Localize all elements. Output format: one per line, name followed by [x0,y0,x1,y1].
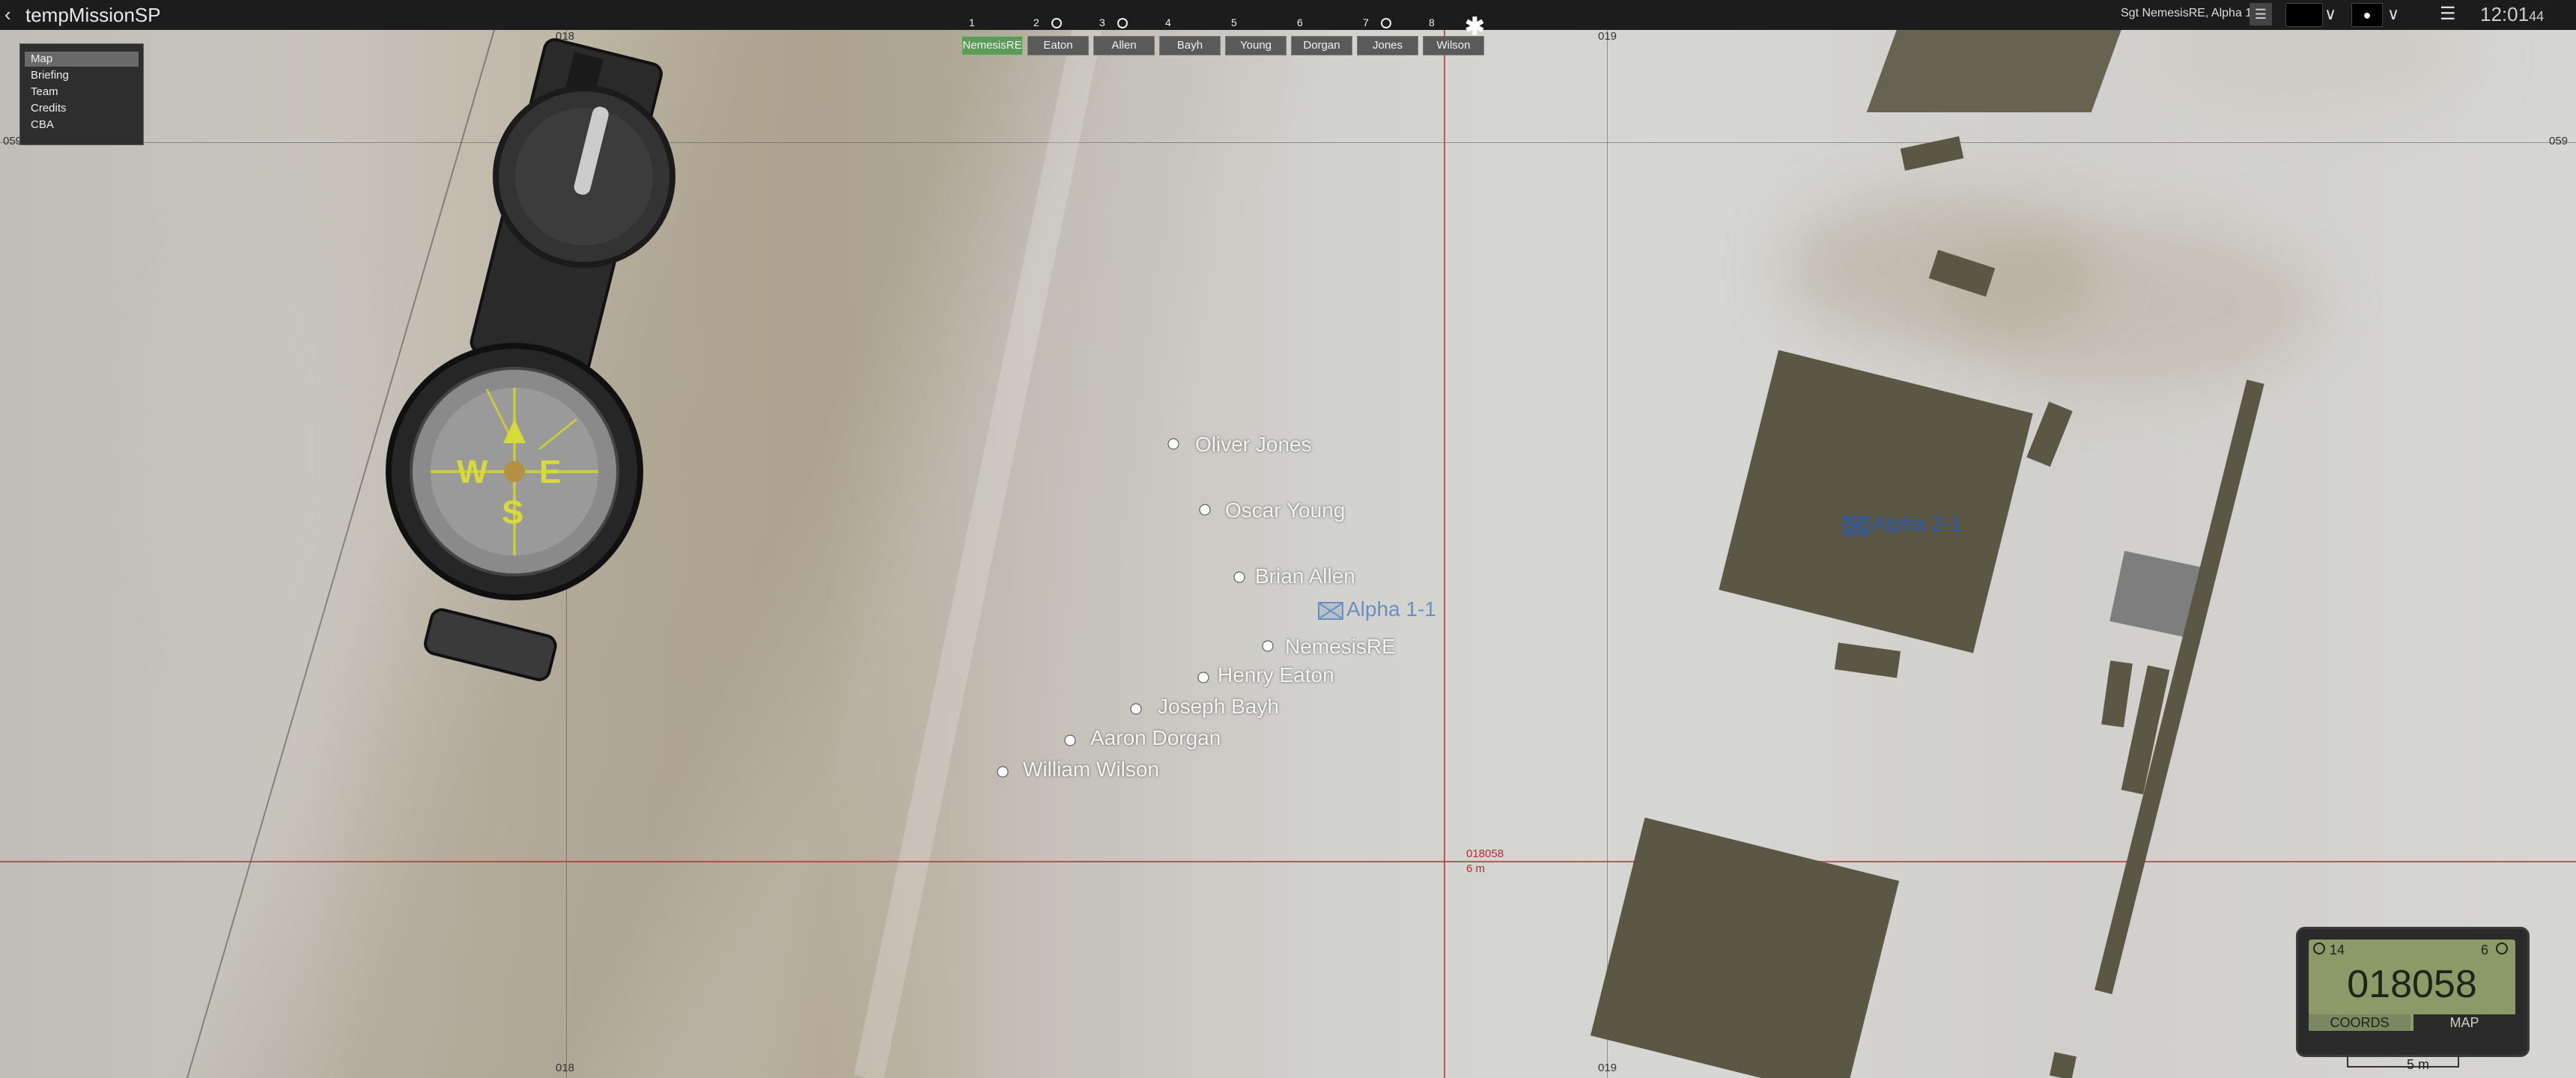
slot-number: 3 [1099,16,1105,28]
squad-slot-allen[interactable]: Allen [1093,36,1155,55]
gps-readout: 018058 [2347,963,2477,1006]
asterisk-icon[interactable]: ✱ [1465,12,1485,40]
minus-circle-icon [1381,18,1391,28]
grid-label-bottom-019: 019 [1598,1062,1617,1074]
compass-south-label: S [502,494,524,531]
unit-marker-oliver-jones[interactable] [1167,437,1180,451]
squad-slot-eaton[interactable]: Eaton [1027,36,1089,55]
clock-time: 12:0144 [2480,3,2544,26]
slot-number: 8 [1429,16,1435,28]
menu-item-map[interactable]: Map [25,52,139,67]
scale-bar [2347,1057,2459,1068]
rank-icon[interactable]: ☰ [2250,3,2272,25]
cursor-distance: 6 m [1466,862,1486,875]
slot-number: 4 [1165,16,1171,28]
slot-number: 2 [1033,16,1039,28]
grid-label-bottom-018: 018 [556,1062,575,1074]
unit-label-joseph-bayh[interactable]: Joseph Bayh [1158,695,1279,719]
squad-slot-nemesisre[interactable]: NemesisRE [962,36,1023,55]
grid-label-top-019: 019 [1598,30,1617,43]
map-menu: Map Briefing Team Credits CBA [19,43,144,145]
clock-hours-minutes: 12:01 [2480,3,2530,25]
cursor-coords: 018058 [1466,847,1504,860]
unit-marker-henry-eaton[interactable] [1197,671,1210,684]
cursor-line-vertical [1444,30,1445,1078]
scale-label: 5 m [2407,1057,2430,1072]
group-marker-alpha-1-1-icon[interactable] [1318,602,1343,620]
slot-number: 6 [1297,16,1303,28]
cursor-line-horizontal [0,861,2576,862]
menu-item-credits[interactable]: Credits [25,101,139,116]
unit-label-aaron-dorgan[interactable]: Aaron Dorgan [1090,726,1221,750]
squad-slot-bayh[interactable]: Bayh [1159,36,1221,55]
gps-device[interactable]: 14 6 018058 COORDS MAP [2296,927,2530,1057]
gps-screen: 14 6 018058 COORDS MAP [2309,940,2515,1031]
compass-west-label: W [457,454,488,490]
unit-label-william-wilson[interactable]: William Wilson [1023,758,1159,782]
building [2050,1052,2077,1078]
mission-title: tempMissionSP [25,4,161,26]
back-chevron-icon[interactable]: ‹ [4,3,11,26]
clock-seconds: 44 [2529,9,2545,24]
unit-label-oscar-young[interactable]: Oscar Young [1225,499,1345,523]
group-label-alpha-1-1[interactable]: Alpha 1-1 [1346,597,1436,621]
gps-top-left: 14 [2330,943,2345,957]
unit-marker-william-wilson[interactable] [996,765,1009,779]
group-marker-alpha-2-1-icon[interactable] [1844,517,1869,535]
unit-label-henry-eaton[interactable]: Henry Eaton [1218,663,1334,687]
unit-marker-brian-allen[interactable] [1233,570,1246,584]
unit-marker-joseph-bayh[interactable] [1129,702,1143,716]
layers-icon[interactable]: ☰ [2440,3,2456,25]
unit-label-brian-allen[interactable]: Brian Allen [1255,564,1355,588]
gps-info-icon [2313,943,2325,954]
unit-label-nemesisre[interactable]: NemesisRE [1285,635,1396,659]
squad-slot-young[interactable]: Young [1225,36,1287,55]
compass[interactable]: W E S [359,30,704,704]
chevron-down-icon[interactable]: ∨ [2324,4,2336,24]
squad-slot-jones[interactable]: Jones [1357,36,1418,55]
group-label-alpha-2-1[interactable]: Alpha 2-1 [1872,512,1962,536]
menu-item-cba[interactable]: CBA [25,118,139,133]
top-bar: ‹ tempMissionSP Sgt NemesisRE, Alpha 1-1… [0,0,2576,30]
menu-item-team[interactable]: Team [25,85,139,100]
color-swatch[interactable] [2285,3,2323,27]
chevron-down-icon[interactable]: ∨ [2387,4,2399,24]
gps-speed-icon [2496,943,2508,954]
gps-coords-tab[interactable]: COORDS [2309,1014,2411,1031]
grid-label-right-059: 059 [2549,135,2569,147]
squad-slot-dorgan[interactable]: Dorgan [1291,36,1352,55]
unit-label-oliver-jones[interactable]: Oliver Jones [1195,433,1312,457]
unit-marker-aaron-dorgan[interactable] [1063,734,1077,747]
minus-circle-icon [1117,18,1128,28]
slot-number: 7 [1363,16,1369,28]
gps-map-tab[interactable]: MAP [2414,1014,2515,1031]
marker-dot-selector[interactable]: ● [2351,3,2383,27]
slot-number: 1 [969,16,975,28]
minus-circle-icon [1051,18,1062,28]
gps-top-right: 6 [2481,943,2489,957]
compass-east-label: E [539,454,562,490]
menu-item-briefing[interactable]: Briefing [25,68,139,83]
slot-number: 5 [1231,16,1237,28]
unit-marker-oscar-young[interactable] [1198,503,1212,517]
unit-marker-nemesisre[interactable] [1261,639,1275,653]
